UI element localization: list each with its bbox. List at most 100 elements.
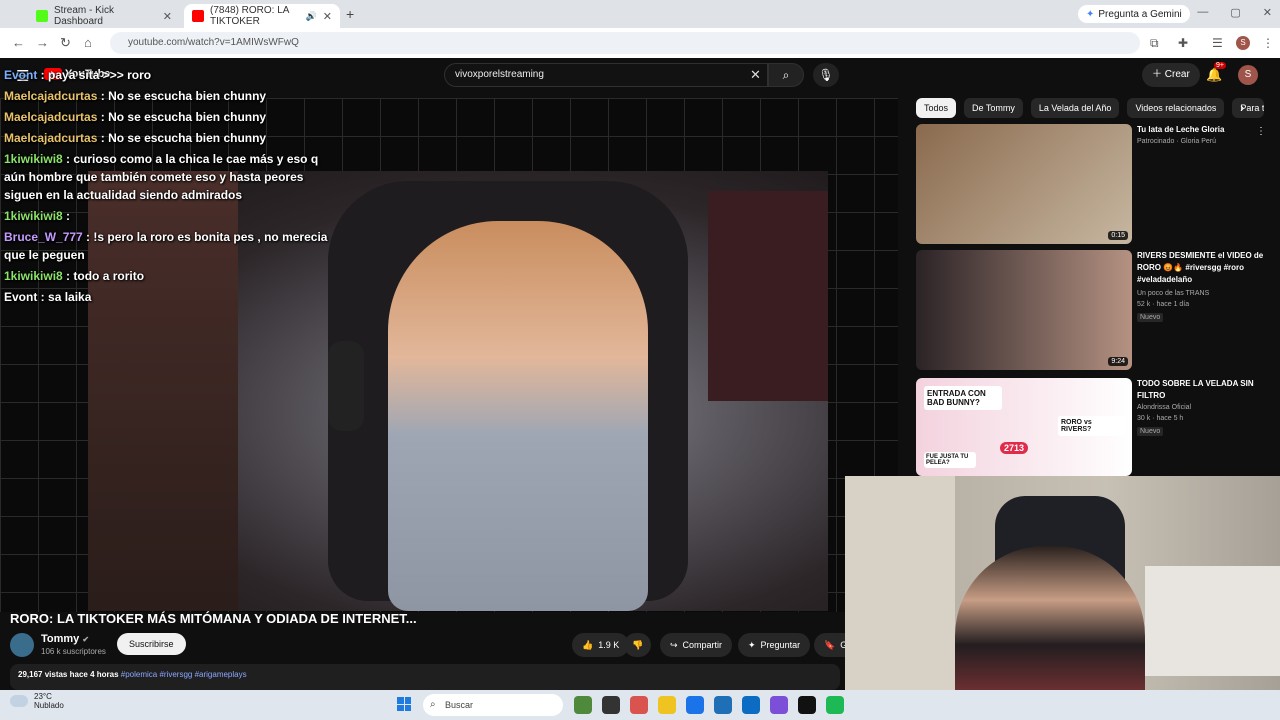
- kebab-menu-icon[interactable]: ⋮: [1262, 36, 1274, 50]
- upload-age: hace 4 horas: [69, 670, 119, 679]
- thumbs-down-icon: 👎: [632, 640, 644, 650]
- chat-username: Maelcajadcurtas: [4, 89, 98, 103]
- puzzle-icon[interactable]: ✚: [1178, 36, 1188, 50]
- screen: Stream - Kick Dashboard ✕ (7848) RORO: L…: [0, 0, 1280, 720]
- account-avatar[interactable]: S: [1238, 65, 1258, 85]
- chat-message: Evont : paya sita >>> roro: [4, 66, 334, 84]
- chip-videos-relacionados[interactable]: Videos relacionados: [1127, 98, 1225, 118]
- chat-message: 1kiwikiwi8 : todo a rorito: [4, 267, 334, 285]
- verified-icon: ✔: [82, 635, 90, 644]
- recommendation-thumbnail[interactable]: 9:24: [916, 250, 1132, 370]
- taskbar-app-icon[interactable]: [798, 696, 816, 714]
- recommendation-thumbnail[interactable]: 0:15: [916, 124, 1132, 244]
- youtube-favicon-icon: [192, 10, 204, 22]
- chat-username: Maelcajadcurtas: [4, 131, 98, 145]
- chat-username: 1kiwikiwi8: [4, 269, 63, 283]
- taskbar-app-icon[interactable]: [574, 696, 592, 714]
- voice-search-button[interactable]: 🎙: [813, 63, 839, 87]
- chip-para-ti[interactable]: Para ti: [1232, 98, 1265, 118]
- taskbar-app-icon[interactable]: [686, 696, 704, 714]
- taskbar-app-icon[interactable]: [602, 696, 620, 714]
- chip-de-tommy[interactable]: De Tommy: [964, 98, 1023, 118]
- search-button[interactable]: ⌕: [768, 63, 804, 87]
- window-controls: — ▢ ✕: [1197, 6, 1272, 19]
- webcam-overlay: [845, 476, 1280, 720]
- chat-message: 1kiwikiwi8 : curioso como a la chica le …: [4, 150, 334, 204]
- recommendation-channel[interactable]: Patrocinado · Gloria Perú: [1137, 138, 1216, 145]
- video-microphone: [328, 341, 364, 431]
- recommendation-channel[interactable]: Alondrissa Oficial: [1137, 404, 1191, 411]
- windows-taskbar: 23°C Nublado ⌕ Buscar: [0, 690, 1280, 720]
- reload-icon[interactable]: ↻: [60, 35, 71, 51]
- chevron-right-icon[interactable]: ›: [1240, 100, 1244, 115]
- windows-start-icon[interactable]: [397, 697, 411, 711]
- chat-separator: :: [97, 89, 109, 103]
- browser-toolbar: ← → ↻ ⌂ youtube.com/watch?v=1AMIWsWFwQ ⧉…: [0, 28, 1280, 58]
- recommendation-title[interactable]: RIVERS DESMIENTE el VIDEO de RORO 😡🔥 #ri…: [1137, 250, 1265, 286]
- close-window-button[interactable]: ✕: [1263, 6, 1272, 19]
- taskbar-app-icon[interactable]: [630, 696, 648, 714]
- channel-avatar[interactable]: [10, 633, 34, 657]
- forward-arrow-icon[interactable]: →: [36, 35, 49, 50]
- dislike-button[interactable]: 👎: [624, 633, 652, 657]
- recommendation-channel[interactable]: Un poco de las TRANS: [1137, 290, 1209, 297]
- maximize-button[interactable]: ▢: [1230, 6, 1240, 19]
- taskbar-app-icon[interactable]: [770, 696, 788, 714]
- gemini-label: Pregunta a Gemini: [1098, 8, 1182, 20]
- create-button[interactable]: ＋ Crear: [1142, 63, 1200, 87]
- taskbar-app-icon[interactable]: [714, 696, 732, 714]
- chat-text: No se escucha bien chunny: [108, 131, 267, 145]
- clear-search-icon[interactable]: ✕: [750, 67, 761, 83]
- taskbar-search[interactable]: ⌕ Buscar: [423, 694, 563, 716]
- search-input[interactable]: vivoxporelstreaming: [444, 63, 768, 87]
- recommendation-item[interactable]: ENTRADA CON BAD BUNNY? RORO vs RIVERS? F…: [916, 378, 1272, 476]
- recommendation-title[interactable]: TODO SOBRE LA VELADA SIN FILTRO: [1137, 378, 1265, 402]
- hashtags[interactable]: #polemica #riversgg #arigameplays: [121, 670, 247, 679]
- sparkle-icon: ✦: [748, 640, 756, 650]
- share-arrow-icon: ↪: [670, 640, 678, 650]
- share-button[interactable]: ↪ Compartir: [660, 633, 733, 657]
- recommendation-thumbnail[interactable]: ENTRADA CON BAD BUNNY? RORO vs RIVERS? F…: [916, 378, 1132, 476]
- weather-condition: Nublado: [34, 701, 64, 710]
- chat-separator: :: [37, 68, 49, 82]
- speaker-icon[interactable]: 🔊: [306, 11, 317, 22]
- search-icon: ⌕: [782, 68, 790, 82]
- chip-la-velada[interactable]: La Velada del Año: [1030, 98, 1120, 118]
- plus-icon: ＋: [1152, 69, 1165, 80]
- chat-message: 1kiwikiwi8 :: [4, 207, 334, 225]
- gemini-button[interactable]: ✦ Pregunta a Gemini: [1078, 5, 1190, 23]
- new-tab-button[interactable]: +: [346, 6, 354, 22]
- subscribe-button[interactable]: Suscribirse: [117, 633, 186, 655]
- reading-list-icon[interactable]: ☰: [1212, 36, 1223, 50]
- video-wall-poster: [708, 191, 828, 401]
- recommendation-title[interactable]: Tu lata de Leche Gloria: [1137, 124, 1265, 136]
- chat-separator: :: [62, 152, 74, 166]
- chat-separator: :: [97, 110, 109, 124]
- chip-todos[interactable]: Todos: [916, 98, 957, 118]
- more-options-icon[interactable]: ⋮: [1256, 126, 1266, 137]
- taskbar-app-icon[interactable]: [742, 696, 760, 714]
- tab-youtube-video[interactable]: (7848) RORO: LA TIKTOKER 🔊 ✕: [184, 4, 340, 28]
- channel-name[interactable]: Tommy ✔: [41, 633, 89, 645]
- recommendation-item[interactable]: 0:15 Tu lata de Leche Gloria Patrocinado…: [916, 124, 1272, 244]
- notifications-bell-icon[interactable]: 🔔: [1206, 67, 1222, 83]
- recommendation-item[interactable]: 9:24 RIVERS DESMIENTE el VIDEO de RORO 😡…: [916, 250, 1272, 370]
- profile-avatar[interactable]: S: [1236, 36, 1250, 50]
- description-box[interactable]: 29,167 vistas hace 4 horas #polemica #ri…: [10, 664, 840, 690]
- address-bar[interactable]: youtube.com/watch?v=1AMIWsWFwQ: [110, 32, 1140, 54]
- taskbar-app-icon[interactable]: [658, 696, 676, 714]
- taskbar-app-icon[interactable]: [826, 696, 844, 714]
- close-tab-icon[interactable]: ✕: [323, 10, 332, 23]
- tab-kick-dashboard[interactable]: Stream - Kick Dashboard ✕: [28, 4, 180, 28]
- close-tab-icon[interactable]: ✕: [163, 10, 172, 23]
- temperature: 23°C: [34, 692, 52, 701]
- ask-button[interactable]: ✦ Preguntar: [738, 633, 811, 657]
- home-icon[interactable]: ⌂: [84, 35, 92, 50]
- cloud-icon: [10, 695, 28, 707]
- weather-widget[interactable]: 23°C Nublado: [10, 692, 64, 710]
- minimize-button[interactable]: —: [1197, 6, 1208, 19]
- extension-icon[interactable]: ⧉: [1150, 36, 1159, 51]
- like-button[interactable]: 👍 1.9 K: [572, 633, 630, 657]
- chat-username: Maelcajadcurtas: [4, 110, 98, 124]
- back-arrow-icon[interactable]: ←: [12, 35, 25, 50]
